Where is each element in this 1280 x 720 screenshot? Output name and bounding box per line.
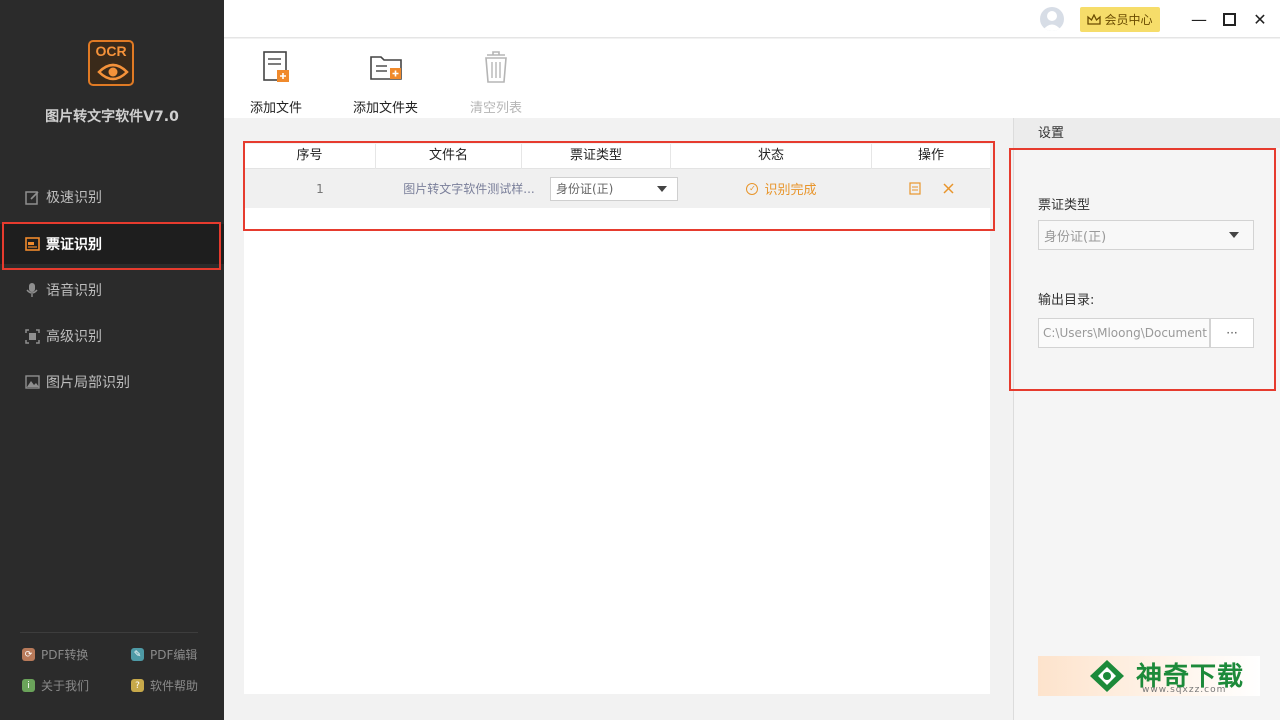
pdf-edit-link[interactable]: ✎ PDF编辑	[131, 646, 197, 663]
maximize-button[interactable]	[1218, 8, 1240, 30]
settings-highlight	[1009, 148, 1276, 391]
watermark: 神奇下载 www.sqxzz.com	[1038, 656, 1260, 696]
sidebar: OCR 图片转文字软件V7.0 极速识别 票证识别 语音识别 高级识别 图片局部…	[0, 0, 224, 720]
user-icon	[1042, 11, 1062, 31]
eye-icon	[97, 63, 129, 81]
about-icon: i	[22, 679, 35, 692]
watermark-logo-icon	[1090, 660, 1124, 692]
help-label: 软件帮助	[150, 679, 199, 693]
active-item-highlight	[2, 222, 221, 270]
add-file-icon	[263, 51, 289, 82]
pdf-edit-icon: ✎	[131, 648, 144, 661]
close-button[interactable]: ✕	[1249, 8, 1271, 30]
logo-text: OCR	[95, 43, 127, 59]
help-icon: ?	[131, 679, 144, 692]
fast-recognition-icon	[24, 189, 40, 205]
pdf-convert-link[interactable]: ⟳ PDF转换	[22, 646, 88, 663]
minimize-button[interactable]: —	[1188, 8, 1210, 30]
app-window: OCR 图片转文字软件V7.0 极速识别 票证识别 语音识别 高级识别 图片局部…	[0, 0, 1280, 720]
pdf-convert-label: PDF转换	[41, 648, 89, 662]
sidebar-divider	[20, 632, 198, 633]
crown-icon	[1087, 13, 1102, 25]
maximize-icon	[1222, 12, 1236, 26]
about-label: 关于我们	[41, 679, 90, 693]
sidebar-item-fast-recognition[interactable]: 极速识别	[0, 177, 224, 217]
add-folder-label: 添加文件夹	[353, 101, 419, 116]
image-region-icon	[24, 374, 40, 390]
add-file-label: 添加文件	[250, 101, 303, 116]
watermark-url: www.sqxzz.com	[1142, 685, 1227, 695]
user-avatar[interactable]	[1040, 7, 1064, 31]
microphone-icon	[24, 282, 40, 298]
sidebar-item-voice-recognition[interactable]: 语音识别	[0, 270, 224, 310]
vip-label: 会员中心	[1104, 13, 1153, 27]
sidebar-item-label: 语音识别	[46, 283, 102, 299]
add-folder-button[interactable]: 添加文件夹	[353, 49, 418, 116]
add-file-button[interactable]: 添加文件	[250, 49, 302, 116]
title-bar: 会员中心 — ✕	[224, 0, 1280, 38]
file-list-highlight	[243, 141, 995, 231]
trash-icon	[485, 51, 507, 83]
sidebar-item-label: 极速识别	[46, 190, 102, 206]
sidebar-item-image-region[interactable]: 图片局部识别	[0, 362, 224, 402]
app-name: 图片转文字软件V7.0	[45, 109, 179, 125]
help-link[interactable]: ? 软件帮助	[131, 677, 198, 694]
pdf-convert-icon: ⟳	[22, 648, 35, 661]
settings-title: 设置	[1014, 118, 1280, 148]
advanced-recognition-icon	[24, 328, 40, 344]
sidebar-item-advanced-recognition[interactable]: 高级识别	[0, 316, 224, 356]
pdf-edit-label: PDF编辑	[150, 648, 198, 662]
clear-list-label: 清空列表	[470, 101, 523, 116]
clear-list-button[interactable]: 清空列表	[470, 49, 522, 116]
ocr-logo: OCR	[88, 40, 134, 86]
about-link[interactable]: i 关于我们	[22, 677, 89, 694]
add-folder-icon	[369, 56, 402, 80]
sidebar-item-label: 图片局部识别	[46, 375, 130, 391]
vip-center-button[interactable]: 会员中心	[1080, 7, 1160, 32]
toolbar: 添加文件 添加文件夹 清空列表	[224, 39, 1280, 118]
sidebar-item-label: 高级识别	[46, 329, 102, 345]
